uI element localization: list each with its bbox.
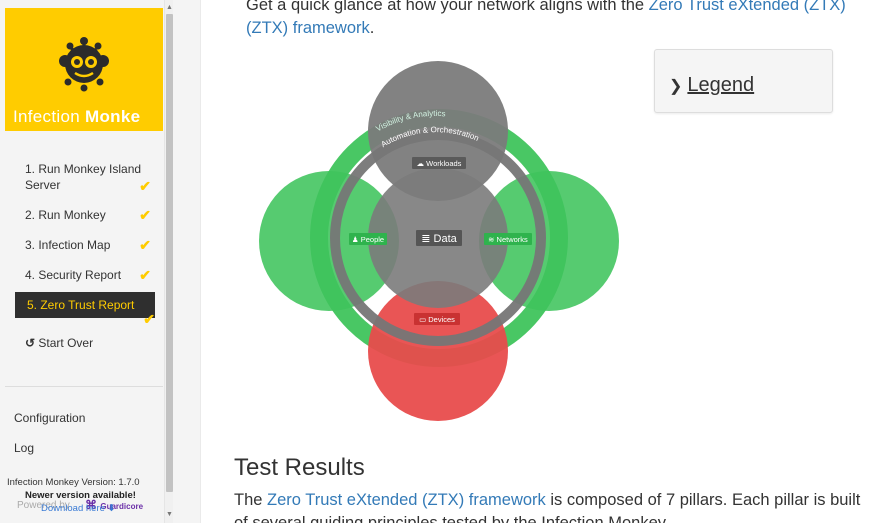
nav-label: 3. Infection Map — [25, 238, 111, 252]
main-content: Get a quick glance at how your network a… — [200, 0, 885, 523]
zero-trust-venn-diagram: Visibility & Analytics Automation & Orch… — [259, 61, 619, 421]
configuration-link[interactable]: Configuration — [14, 411, 85, 425]
chevron-down-icon: ❯ — [669, 78, 683, 95]
check-icon: ✔ — [143, 311, 155, 327]
sidebar-scrollbar[interactable]: ▲ ▼ — [164, 0, 173, 523]
svg-text:☁ Workloads: ☁ Workloads — [417, 159, 462, 168]
sidebar-divider — [5, 386, 163, 387]
nav-run-monkey-island[interactable]: 1. Run Monkey Island Server ✔ — [15, 161, 151, 194]
scroll-up-arrow-icon[interactable]: ▲ — [166, 4, 173, 11]
nav-label: 4. Security Report — [25, 268, 122, 282]
start-over-label: ↺ Start Over — [15, 335, 151, 351]
nav-security-report[interactable]: 4. Security Report ✔ — [15, 267, 151, 283]
intro-text: Get a quick glance at how your network a… — [246, 0, 649, 14]
download-icon: ⬇ — [107, 503, 116, 514]
people-badge: ♟ People — [349, 233, 387, 245]
svg-text:♟ People: ♟ People — [352, 235, 384, 244]
svg-text:▭ Devices: ▭ Devices — [419, 315, 455, 324]
check-icon: ✔ — [139, 267, 151, 283]
scrollbar-thumb[interactable] — [166, 14, 173, 492]
legend-panel: ❯ Legend — [654, 49, 833, 113]
svg-text:≋ Networks: ≋ Networks — [488, 235, 528, 244]
test-results-paragraph: The Zero Trust eXtended (ZTX) framework … — [234, 489, 874, 523]
undo-icon: ↺ — [25, 336, 39, 350]
check-icon: ✔ — [139, 207, 151, 223]
ztx-link[interactable]: Zero Trust eXtended (ZTX) — [649, 0, 846, 14]
check-icon: ✔ — [139, 178, 151, 194]
data-badge: ≣ Data — [416, 230, 462, 246]
intro-paragraph: Get a quick glance at how your network a… — [246, 0, 846, 40]
nav-zero-trust-report[interactable]: 5. Zero Trust Report ✔ — [15, 292, 155, 327]
ztx-link-continued[interactable]: (ZTX) framework — [246, 19, 370, 37]
scroll-down-arrow-icon[interactable]: ▼ — [166, 511, 173, 518]
logo[interactable]: Infection Monke — [5, 8, 163, 131]
log-link[interactable]: Log — [14, 441, 34, 455]
networks-badge: ≋ Networks — [484, 233, 532, 245]
monkey-logo-icon — [59, 37, 109, 92]
intro-end: . — [369, 19, 375, 37]
download-link[interactable]: Download here ⬇ — [41, 503, 116, 514]
app-window: Infection Monke 1. Run Monkey Island Ser… — [0, 0, 885, 523]
nav-label: 1. Run Monkey Island Server — [25, 162, 142, 192]
start-over-button[interactable]: ↺ Start Over — [15, 335, 151, 351]
sidebar: Infection Monke 1. Run Monkey Island Ser… — [5, 0, 163, 523]
nav-infection-map[interactable]: 3. Infection Map ✔ — [15, 237, 151, 253]
newer-version-text: Newer version available! — [25, 490, 136, 501]
nav-label: 5. Zero Trust Report — [27, 298, 135, 312]
test-results-heading: Test Results — [234, 454, 365, 481]
version-text: Infection Monkey Version: 1.7.0 — [7, 477, 140, 488]
download-label: Download here — [41, 503, 105, 514]
workloads-badge: ☁ Workloads — [412, 157, 466, 169]
results-prefix: The — [234, 491, 268, 509]
legend-label: Legend — [687, 74, 755, 96]
check-icon: ✔ — [139, 237, 151, 253]
logo-text: Infection Monke — [13, 107, 141, 126]
devices-badge: ▭ Devices — [414, 313, 460, 325]
nav-label: 2. Run Monkey — [25, 208, 106, 222]
start-over-text: Start Over — [38, 336, 94, 350]
ztx-framework-link[interactable]: Zero Trust eXtended (ZTX) framework — [267, 491, 546, 509]
nav-run-monkey[interactable]: 2. Run Monkey ✔ — [15, 207, 151, 223]
svg-text:≣ Data: ≣ Data — [421, 233, 457, 245]
legend-toggle[interactable]: ❯ Legend — [669, 74, 754, 97]
